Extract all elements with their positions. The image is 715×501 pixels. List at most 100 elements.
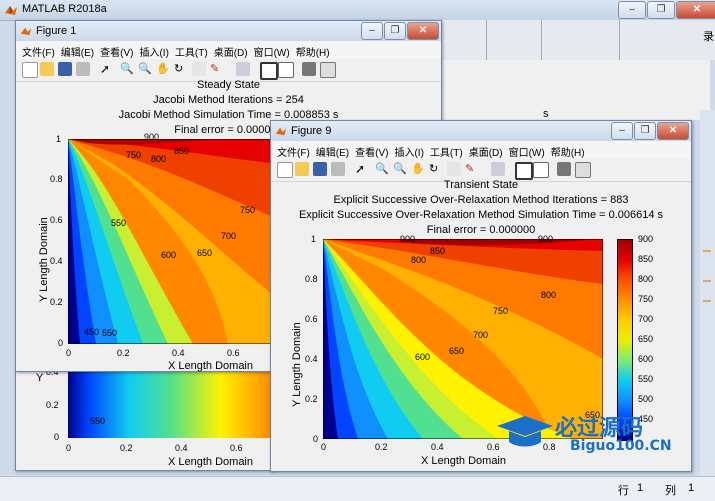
menu-help[interactable]: 帮助(H)	[296, 44, 330, 59]
menu-window[interactable]: 窗口(W)	[509, 144, 545, 159]
menu-edit[interactable]: 编辑(E)	[316, 144, 349, 159]
ytick-label: 0.4	[50, 256, 63, 266]
status-col-value: 1	[688, 482, 695, 494]
ytick-label: 0.4	[305, 354, 318, 364]
save-icon[interactable]	[58, 62, 72, 76]
minimize-button[interactable]: –	[618, 1, 646, 19]
figure1-ylabel: Y Length Domain	[38, 217, 50, 302]
contour-label: 650	[197, 248, 213, 258]
menu-insert[interactable]: 插入(I)	[394, 144, 423, 159]
watermark: 必过源码 Biguo100.CN	[495, 410, 695, 465]
pan-icon[interactable]: ✋	[156, 62, 170, 76]
figure9-restore-button[interactable]: ❐	[634, 122, 656, 140]
figure9-title: Figure 9	[291, 125, 332, 137]
legend-toggle-icon[interactable]	[278, 62, 294, 78]
show-plot-tools-icon[interactable]	[320, 62, 336, 78]
brush-icon[interactable]: ✎	[210, 62, 224, 76]
close-button[interactable]: ✕	[676, 1, 715, 19]
matlab-title-bar: MATLAB R2018a	[0, 0, 715, 21]
figure-behind-window: 0.4 0.2 0 550 0 0.2 0.4 0.6 X Length Dom…	[15, 367, 275, 471]
figure9-minimize-button[interactable]: –	[611, 122, 633, 140]
rotate-icon[interactable]: ↻	[174, 62, 188, 76]
figure1-close-button[interactable]: ✕	[407, 22, 439, 40]
colorbar-tick: 500	[638, 394, 654, 404]
menu-view[interactable]: 查看(V)	[355, 144, 388, 159]
figure9-title-bar[interactable]: Figure 9 – ❐ ✕	[271, 121, 691, 141]
right-edge-panel	[700, 110, 715, 476]
zoom-in-icon[interactable]: 🔍	[375, 162, 389, 176]
menu-file[interactable]: 文件(F)	[22, 44, 55, 59]
xtick-label: 0.2	[117, 348, 130, 358]
print-icon[interactable]	[76, 62, 90, 76]
menu-file[interactable]: 文件(F)	[277, 144, 310, 159]
contour-plot-behind	[68, 370, 272, 438]
behind-ytick: 0.2	[46, 400, 59, 410]
ytick-label: 1	[56, 134, 62, 144]
ytick-label: 0.2	[305, 394, 318, 404]
print-icon[interactable]	[331, 162, 345, 176]
xtick-label: 0.6	[227, 348, 240, 358]
figure9-close-button[interactable]: ✕	[657, 122, 689, 140]
contour-label: 900	[400, 234, 416, 244]
menu-desktop[interactable]: 桌面(D)	[469, 144, 503, 159]
figure1-title-bar[interactable]: Figure 1 – ❐ ✕	[16, 21, 441, 41]
ytick-label: 0.6	[305, 314, 318, 324]
status-row-value: 1	[637, 482, 644, 494]
xtick-label: 0	[66, 348, 72, 358]
restore-button[interactable]: ❐	[647, 1, 675, 19]
figure9-line-2: Explicit Successive Over-Relaxation Meth…	[333, 194, 629, 206]
contour-label: 750	[240, 205, 256, 215]
brush-icon[interactable]: ✎	[465, 162, 479, 176]
menu-help[interactable]: 帮助(H)	[551, 144, 585, 159]
legend-toggle-icon[interactable]	[533, 162, 549, 178]
ytick-label: 1	[311, 234, 317, 244]
xtick-label: 0.2	[375, 442, 388, 452]
open-file-icon[interactable]	[295, 162, 309, 176]
menu-view[interactable]: 查看(V)	[100, 44, 133, 59]
show-plot-tools-icon[interactable]	[575, 162, 591, 178]
save-icon[interactable]	[313, 162, 327, 176]
new-figure-icon[interactable]	[277, 162, 293, 178]
hide-plot-tools-icon[interactable]	[302, 62, 316, 76]
pointer-icon[interactable]: ➚	[355, 162, 369, 176]
figure1-line-2: Jacobi Method Iterations = 254	[153, 94, 304, 106]
open-file-icon[interactable]	[40, 62, 54, 76]
menu-tools[interactable]: 工具(T)	[430, 144, 463, 159]
contour-label: 800	[541, 290, 557, 300]
pointer-icon[interactable]: ➚	[100, 62, 114, 76]
data-cursor-icon[interactable]	[192, 62, 206, 76]
matlab-logo-icon	[20, 27, 32, 36]
zoom-in-icon[interactable]: 🔍	[120, 62, 134, 76]
data-cursor-icon[interactable]	[447, 162, 461, 176]
contour-label: 550	[111, 218, 127, 228]
ytick-label: 0	[313, 434, 319, 444]
link-icon[interactable]	[491, 162, 505, 176]
contour-label: 450	[84, 327, 100, 337]
menu-insert[interactable]: 插入(I)	[139, 44, 168, 59]
menu-desktop[interactable]: 桌面(D)	[214, 44, 248, 59]
hide-plot-tools-icon[interactable]	[557, 162, 571, 176]
sidebar-fragment: 录	[703, 31, 714, 43]
figure1-restore-button[interactable]: ❐	[384, 22, 406, 40]
menu-edit[interactable]: 编辑(E)	[61, 44, 94, 59]
contour-label: 750	[126, 150, 142, 160]
rotate-icon[interactable]: ↻	[429, 162, 443, 176]
colorbar-tick: 850	[638, 254, 654, 264]
new-figure-icon[interactable]	[22, 62, 38, 78]
contour-label: 600	[161, 250, 177, 260]
figure9-line-1: Transient State	[443, 179, 519, 191]
link-icon[interactable]	[236, 62, 250, 76]
contour-label: 700	[473, 330, 489, 340]
zoom-out-icon[interactable]: 🔍	[138, 62, 152, 76]
figure1-minimize-button[interactable]: –	[361, 22, 383, 40]
colorbar-tick: 800	[638, 274, 654, 284]
contour-label: 850	[174, 146, 190, 156]
colorbar-tick: 600	[638, 354, 654, 364]
pan-icon[interactable]: ✋	[411, 162, 425, 176]
menu-tools[interactable]: 工具(T)	[175, 44, 208, 59]
xtick-label: 0	[321, 442, 327, 452]
colorbar-toggle-icon[interactable]	[260, 62, 278, 80]
menu-window[interactable]: 窗口(W)	[254, 44, 290, 59]
zoom-out-icon[interactable]: 🔍	[393, 162, 407, 176]
colorbar-toggle-icon[interactable]	[515, 162, 533, 180]
